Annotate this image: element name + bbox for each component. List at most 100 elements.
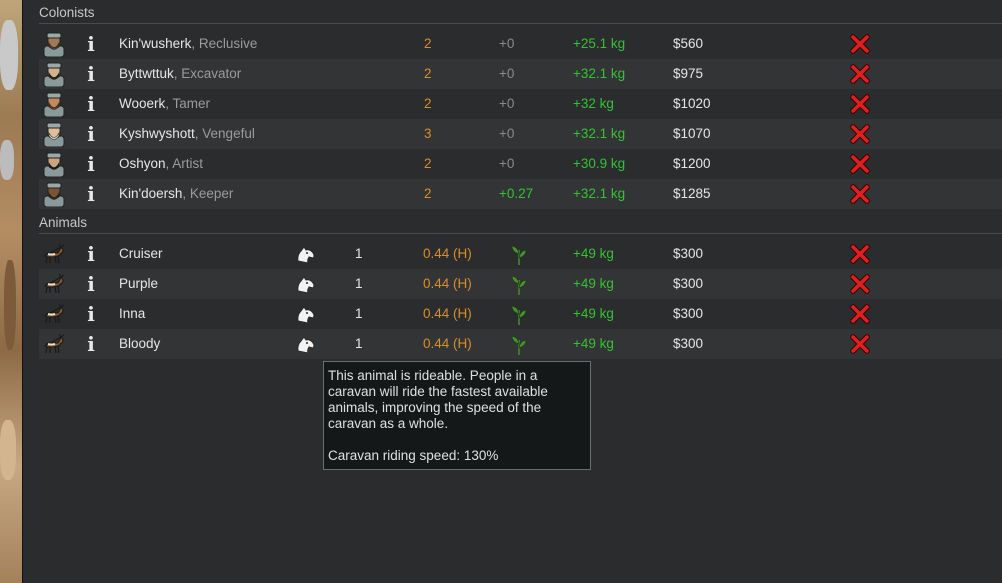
colonist-name: Kin'doersh, Keeper <box>119 179 233 209</box>
colonist-name-text: Oshyon <box>119 156 166 171</box>
tooltip-footer: Caravan riding speed: 130% <box>328 448 499 463</box>
colonist-count: 2 <box>424 36 432 51</box>
colonist-title: , Excavator <box>173 66 242 81</box>
info-button[interactable]: i <box>83 149 99 179</box>
pack-count: 1 <box>355 336 363 351</box>
remove-button[interactable] <box>850 299 870 329</box>
market-value: $560 <box>673 36 704 51</box>
mass-capacity: +49 kg <box>573 246 614 261</box>
horse-head-icon[interactable] <box>295 329 317 359</box>
info-button[interactable]: i <box>83 329 99 359</box>
speed-value: 0.44 (H) <box>423 336 472 351</box>
animal-name: Inna <box>119 306 146 321</box>
rideable-tooltip: This animal is rideable. People in a car… <box>323 361 591 470</box>
colonist-name-text: Wooerk <box>119 96 166 111</box>
remove-button[interactable] <box>850 89 870 119</box>
colonist-portrait-icon <box>41 181 67 208</box>
mass-capacity: +49 kg <box>573 336 614 351</box>
animal-name: Cruiser <box>119 246 163 261</box>
info-button[interactable]: i <box>83 119 99 149</box>
tooltip-body: This animal is rideable. People in a car… <box>328 368 548 431</box>
info-button[interactable]: i <box>83 239 99 269</box>
colonist-title: , Vengeful <box>194 126 255 141</box>
remove-button[interactable] <box>850 59 870 89</box>
colonist-title: , Tamer <box>165 96 211 111</box>
market-value: $300 <box>673 336 704 351</box>
colonist-count: 2 <box>424 156 432 171</box>
section-animals-header: Animals <box>39 215 88 230</box>
pack-count: 1 <box>355 246 363 261</box>
plant-icon <box>509 269 529 299</box>
deer-icon <box>41 301 67 327</box>
info-button[interactable]: i <box>83 269 99 299</box>
colonist-name: Byttwttuk, Excavator <box>119 59 241 89</box>
colonist-name: Wooerk, Tamer <box>119 89 210 119</box>
info-button[interactable]: i <box>83 59 99 89</box>
colonist-row[interactable]: i Wooerk, Tamer 2 +0 +32 kg $1020 <box>39 89 1002 119</box>
colonist-portrait-icon <box>41 31 67 58</box>
colonist-row[interactable]: i Kyshwyshott, Vengeful 3 +0 +32.1 kg $1070 <box>39 119 1002 149</box>
remove-button[interactable] <box>850 179 870 209</box>
horse-head-icon[interactable] <box>295 299 317 329</box>
animal-row[interactable]: i Cruiser 1 0.44 (H) +49 kg $300 <box>39 239 1002 269</box>
market-value: $300 <box>673 246 704 261</box>
market-value: $300 <box>673 276 704 291</box>
info-button[interactable]: i <box>83 89 99 119</box>
carry-capacity: +0 <box>499 96 515 111</box>
colonist-count: 2 <box>424 66 432 81</box>
colonist-row[interactable]: i Kin'doersh, Keeper 2 +0.27 +32.1 kg $1285 <box>39 179 1002 209</box>
market-value: $1200 <box>673 156 711 171</box>
section-colonists-header: Colonists <box>39 5 95 20</box>
animal-row[interactable]: i Inna 1 0.44 (H) +49 kg $300 <box>39 299 1002 329</box>
plant-icon <box>509 239 529 269</box>
colonist-name-text: Kin'doersh <box>119 186 183 201</box>
colonist-title: , Artist <box>165 156 204 171</box>
mass-capacity: +32.1 kg <box>573 66 626 81</box>
carry-capacity: +0 <box>499 66 515 81</box>
carry-capacity: +0 <box>499 36 515 51</box>
info-button[interactable]: i <box>83 29 99 59</box>
remove-button[interactable] <box>850 119 870 149</box>
colonist-name: Oshyon, Artist <box>119 149 203 179</box>
remove-button[interactable] <box>850 269 870 299</box>
carry-capacity: +0 <box>499 126 515 141</box>
colonist-name-text: Kin'wusherk <box>119 36 192 51</box>
market-value: $1070 <box>673 126 711 141</box>
colonist-row[interactable]: i Kin'wusherk, Reclusive 2 +0 +25.1 kg $560 <box>39 29 1002 59</box>
market-value: $975 <box>673 66 704 81</box>
deer-icon <box>41 241 67 267</box>
info-button[interactable]: i <box>83 299 99 329</box>
colonist-row[interactable]: i Oshyon, Artist 2 +0 +30.9 kg $1200 <box>39 149 1002 179</box>
colonist-title: , Reclusive <box>191 36 258 51</box>
info-button[interactable]: i <box>83 179 99 209</box>
caravan-formation-panel: Colonists Animals i Kin'wusherk, Reclusiv… <box>23 0 1002 583</box>
plant-icon <box>509 329 529 359</box>
speed-value: 0.44 (H) <box>423 246 472 261</box>
colonist-title: , Keeper <box>182 186 234 201</box>
animal-row[interactable]: i Purple 1 0.44 (H) +49 kg $300 <box>39 269 1002 299</box>
deer-icon <box>41 271 67 297</box>
mass-capacity: +32 kg <box>573 96 614 111</box>
colonist-portrait-icon <box>41 91 67 118</box>
mass-capacity: +49 kg <box>573 306 614 321</box>
remove-button[interactable] <box>850 329 870 359</box>
mass-capacity: +25.1 kg <box>573 36 626 51</box>
horse-head-icon[interactable] <box>295 269 317 299</box>
colonist-portrait-icon <box>41 121 67 148</box>
colonist-portrait-icon <box>41 151 67 178</box>
plant-icon <box>509 299 529 329</box>
mass-capacity: +30.9 kg <box>573 156 626 171</box>
mass-capacity: +32.1 kg <box>573 186 626 201</box>
remove-button[interactable] <box>850 149 870 179</box>
mass-capacity: +49 kg <box>573 276 614 291</box>
animal-row[interactable]: i Bloody 1 0.44 (H) +49 kg $300 <box>39 329 1002 359</box>
colonist-count: 2 <box>424 96 432 111</box>
colonist-row[interactable]: i Byttwttuk, Excavator 2 +0 +32.1 kg $975 <box>39 59 1002 89</box>
remove-button[interactable] <box>850 239 870 269</box>
colonist-name-text: Kyshwyshott <box>119 126 195 141</box>
market-value: $300 <box>673 306 704 321</box>
horse-head-icon[interactable] <box>295 239 317 269</box>
remove-button[interactable] <box>850 29 870 59</box>
speed-value: 0.44 (H) <box>423 276 472 291</box>
colonist-count: 2 <box>424 186 432 201</box>
